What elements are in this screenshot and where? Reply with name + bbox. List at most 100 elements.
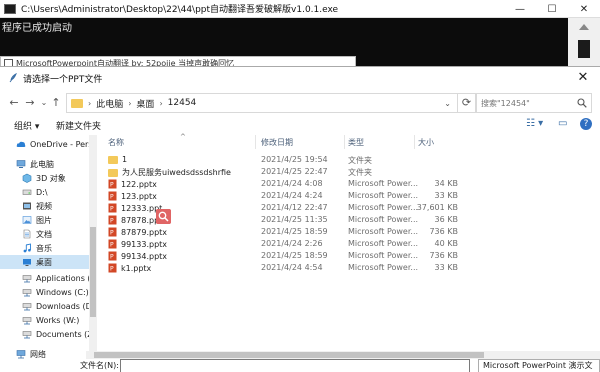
console-scroll-thumb[interactable] [578, 40, 590, 58]
nav-item-windows-drive[interactable]: Windows (C:) [0, 285, 97, 299]
file-date: 2021/4/24 4:08 [261, 179, 323, 188]
nav-item-label: Applications (A [36, 273, 97, 283]
nav-item-videos[interactable]: 视频 [0, 199, 97, 213]
nav-item-onedrive[interactable]: OneDrive - Pers [0, 137, 97, 151]
nav-item-documents[interactable]: 文档 [0, 227, 97, 241]
organize-menu[interactable]: 组织 ▾ [14, 119, 39, 132]
nav-item-desktop[interactable]: 桌面 [0, 255, 97, 269]
nav-item-works-drive[interactable]: Works (W:) [0, 313, 97, 327]
computer-icon [16, 160, 26, 168]
column-divider[interactable] [414, 135, 415, 149]
powerpoint-file-icon: P [108, 239, 117, 249]
recent-locations-dropdown-icon[interactable]: ⌄ [38, 96, 50, 110]
console-minimize-button[interactable]: — [504, 0, 536, 18]
horizontal-scroll-thumb[interactable] [94, 352, 484, 358]
nav-item-applications-drive[interactable]: Applications (A [0, 271, 97, 285]
network-drive-icon [22, 303, 32, 311]
powerpoint-file-icon: P [108, 191, 117, 201]
console-titlebar: C:\Users\Administrator\Desktop\22\44\ppt… [0, 0, 600, 18]
column-header-size[interactable]: 大小 [418, 137, 434, 148]
cloud-icon [16, 141, 26, 147]
file-type: Microsoft Power... [348, 227, 419, 236]
file-row[interactable]: P 122.pptx 2021/4/24 4:08 Microsoft Power… [100, 179, 600, 191]
file-type: Microsoft Power... [348, 263, 419, 272]
nav-item-music[interactable]: 音乐 [0, 241, 97, 255]
breadcrumb-desktop[interactable]: 桌面 [136, 97, 154, 110]
file-row[interactable]: 为人民服务uiwedsdssdshrfie 2021/4/25 22:47 文件… [100, 167, 600, 179]
back-arrow-icon[interactable]: ← [8, 96, 20, 110]
nav-item-label: 图片 [36, 215, 52, 225]
refresh-button[interactable]: ⟳ [458, 93, 476, 113]
file-date: 2021/4/25 18:59 [261, 227, 328, 236]
file-list-horizontal-scrollbar[interactable] [86, 351, 600, 359]
scroll-up-icon[interactable] [579, 24, 589, 30]
breadcrumb-separator[interactable]: › [88, 99, 91, 108]
column-divider[interactable] [255, 135, 256, 149]
breadcrumb-this-pc[interactable]: 此电脑 [96, 97, 123, 110]
file-row[interactable]: P 87879.pptx 2021/4/25 18:59 Microsoft Po… [100, 227, 600, 239]
breadcrumb-separator[interactable]: › [159, 99, 162, 108]
nav-pane-scrollbar[interactable] [89, 135, 97, 351]
breadcrumb-current-folder[interactable]: 12454 [168, 98, 197, 108]
nav-item-documents-drive[interactable]: Documents (Z:) [0, 327, 97, 341]
network-drive-icon [22, 331, 32, 339]
magnifier-overlay-icon[interactable] [156, 209, 171, 224]
folder-icon [108, 168, 118, 177]
console-maximize-button[interactable]: ☐ [536, 0, 568, 18]
nav-item-label: Windows (C:) [36, 287, 89, 297]
nav-item-pictures[interactable]: 图片 [0, 213, 97, 227]
breadcrumb-separator[interactable]: › [128, 99, 131, 108]
file-type: Microsoft Power... [348, 203, 419, 212]
file-row[interactable]: Pk1.pptx 2021/4/24 4:54 Microsoft Power.… [100, 263, 600, 275]
nav-pane-scroll-thumb[interactable] [90, 227, 96, 317]
document-icon [23, 229, 31, 239]
nav-item-downloads-drive[interactable]: Downloads (D: [0, 299, 97, 313]
nav-item-3d-objects[interactable]: 3D 对象 [0, 171, 97, 185]
file-name: 123.pptx [121, 191, 157, 201]
powerpoint-file-icon: P [108, 263, 117, 273]
svg-text:P: P [110, 218, 114, 225]
nav-item-label: OneDrive - Pers [30, 139, 93, 149]
file-type: Microsoft Power... [348, 215, 419, 224]
dialog-close-button[interactable]: ✕ [576, 71, 590, 85]
file-row[interactable]: P 12333.ppt 2021/4/12 22:47 Microsoft Pow… [100, 203, 600, 215]
file-row[interactable]: P 87878.pptx 2021/4/25 11:35 Microsoft Po… [100, 215, 600, 227]
command-toolbar: 组织 ▾ 新建文件夹 ☷ ▾ ▭ ? [0, 115, 600, 135]
system-drive-icon [22, 289, 32, 297]
console-close-button[interactable]: ✕ [568, 0, 600, 18]
column-header-name[interactable]: 名称 [108, 137, 124, 148]
up-folder-icon[interactable]: ↑ [50, 96, 62, 110]
filetype-select[interactable]: Microsoft PowerPoint 演示文 [478, 359, 600, 372]
search-icon[interactable] [577, 98, 587, 108]
search-box[interactable] [476, 93, 592, 113]
column-header-type[interactable]: 类型 [348, 137, 364, 148]
new-folder-button[interactable]: 新建文件夹 [56, 119, 101, 132]
address-bar[interactable]: › 此电脑 › 桌面 › 12454 ⌄ [66, 93, 458, 113]
file-row[interactable]: 1 2021/4/25 19:54 文件夹 [100, 155, 600, 167]
column-header-date[interactable]: 修改日期 [261, 137, 293, 148]
file-row[interactable]: P 123.pptx 2021/4/24 4:24 Microsoft Power… [100, 191, 600, 203]
help-icon[interactable]: ? [580, 118, 592, 130]
file-size: 33 KB [434, 263, 458, 272]
folder-icon [108, 155, 118, 164]
file-date: 2021/4/25 22:47 [261, 167, 328, 176]
nav-item-this-pc[interactable]: 此电脑 [0, 157, 97, 171]
search-input[interactable] [481, 98, 577, 108]
file-open-dialog: 请选择一个PPT文件 ✕ ← → ⌄ ↑ › 此电脑 › 桌面 › 12454 … [0, 66, 600, 372]
music-icon [23, 243, 31, 253]
powerpoint-file-icon: P [108, 227, 117, 237]
forward-arrow-icon[interactable]: → [24, 96, 36, 110]
filename-label: 文件名(N): [80, 361, 119, 370]
console-title: C:\Users\Administrator\Desktop\22\44\ppt… [21, 5, 339, 15]
network-drive-icon [22, 317, 32, 325]
column-divider[interactable] [344, 135, 345, 149]
preview-pane-icon[interactable]: ▭ [558, 118, 567, 132]
file-size: 40 KB [434, 239, 458, 248]
file-row[interactable]: P 99133.pptx 2021/4/24 2:26 Microsoft Pow… [100, 239, 600, 251]
nav-item-d-drive[interactable]: D:\ [0, 185, 97, 199]
change-view-icon[interactable]: ☷ ▾ [526, 118, 543, 132]
filename-input[interactable] [120, 359, 470, 372]
address-dropdown-icon[interactable]: ⌄ [444, 99, 451, 108]
nav-item-label: 音乐 [36, 243, 52, 253]
file-row[interactable]: P 99134.pptx 2021/4/25 18:59 Microsoft Po… [100, 251, 600, 263]
